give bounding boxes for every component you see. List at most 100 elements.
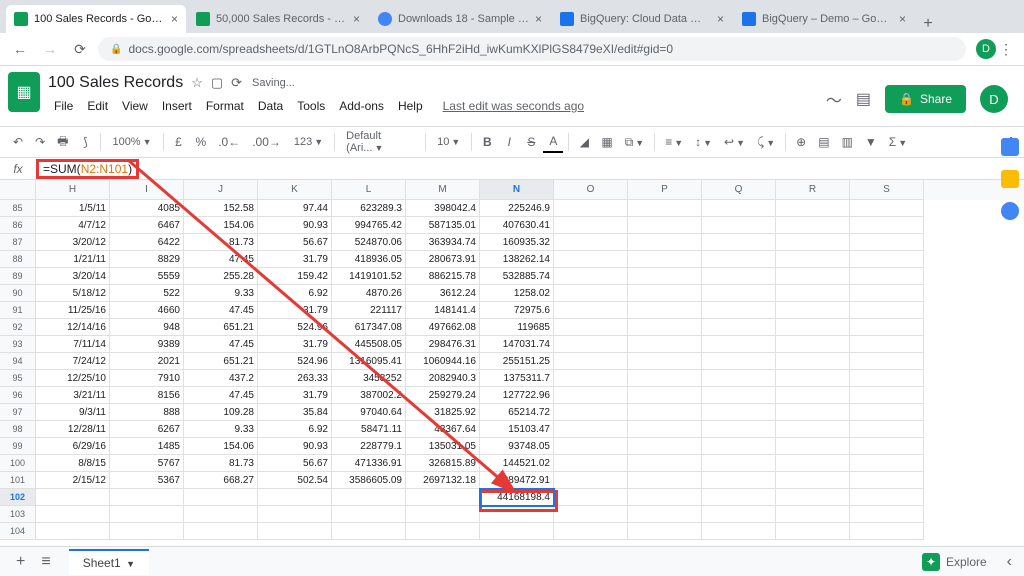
cell[interactable] — [332, 523, 406, 540]
column-header-O[interactable]: O — [554, 180, 628, 200]
cell[interactable] — [850, 200, 924, 217]
cell[interactable] — [776, 472, 850, 489]
sheets-logo[interactable]: ▦ — [8, 72, 40, 112]
menu-view[interactable]: View — [116, 96, 154, 116]
row-header[interactable]: 99 — [0, 438, 36, 455]
cell[interactable] — [554, 268, 628, 285]
cell[interactable]: 56.67 — [258, 455, 332, 472]
cell[interactable] — [776, 268, 850, 285]
cell[interactable] — [628, 455, 702, 472]
close-icon[interactable]: × — [171, 12, 178, 26]
row-header[interactable]: 89 — [0, 268, 36, 285]
cell[interactable]: 524.96 — [258, 353, 332, 370]
cell[interactable] — [850, 506, 924, 523]
cell[interactable]: 7910 — [110, 370, 184, 387]
reload-button[interactable]: ⟳ — [68, 37, 92, 61]
cell[interactable]: 12/28/11 — [36, 421, 110, 438]
cell[interactable]: 326815.89 — [406, 455, 480, 472]
cell[interactable]: 72975.6 — [480, 302, 554, 319]
cell[interactable] — [702, 506, 776, 523]
cell[interactable]: 6267 — [110, 421, 184, 438]
currency-button[interactable]: £ — [169, 132, 189, 152]
cell[interactable]: 3612.24 — [406, 285, 480, 302]
cell[interactable]: 9/3/11 — [36, 404, 110, 421]
cell[interactable]: 1316095.41 — [332, 353, 406, 370]
cell[interactable] — [554, 353, 628, 370]
cell[interactable]: 31.79 — [258, 251, 332, 268]
halign-button[interactable]: ≡▼ — [660, 132, 688, 152]
cell[interactable]: 418936.05 — [332, 251, 406, 268]
cell[interactable]: 7/11/14 — [36, 336, 110, 353]
cell[interactable]: 8156 — [110, 387, 184, 404]
cell[interactable] — [628, 506, 702, 523]
cell[interactable]: 524.96 — [258, 319, 332, 336]
dec-decrease-button[interactable]: .0← — [213, 132, 245, 152]
cell[interactable] — [36, 523, 110, 540]
cell[interactable]: 11/25/16 — [36, 302, 110, 319]
cell[interactable] — [628, 438, 702, 455]
cell[interactable]: 407630.41 — [480, 217, 554, 234]
cell[interactable] — [776, 319, 850, 336]
cell[interactable] — [554, 336, 628, 353]
cell[interactable]: 154.06 — [184, 438, 258, 455]
redo-button[interactable]: ↷ — [30, 132, 50, 152]
cell[interactable]: 4660 — [110, 302, 184, 319]
close-icon[interactable]: × — [353, 12, 360, 26]
cell[interactable] — [628, 387, 702, 404]
cell[interactable] — [702, 387, 776, 404]
cell[interactable] — [110, 506, 184, 523]
cell[interactable]: 587135.01 — [406, 217, 480, 234]
cell[interactable] — [776, 523, 850, 540]
cell[interactable]: 889472.91 — [480, 472, 554, 489]
cell[interactable]: 8829 — [110, 251, 184, 268]
cell[interactable]: 109.28 — [184, 404, 258, 421]
cell[interactable] — [628, 336, 702, 353]
menu-format[interactable]: Format — [200, 96, 250, 116]
row-header[interactable]: 92 — [0, 319, 36, 336]
cell[interactable]: 398042.4 — [406, 200, 480, 217]
cell[interactable]: 3/21/11 — [36, 387, 110, 404]
row-header[interactable]: 95 — [0, 370, 36, 387]
cell[interactable]: 5367 — [110, 472, 184, 489]
cell[interactable] — [554, 523, 628, 540]
cell[interactable] — [628, 472, 702, 489]
cell[interactable]: 259279.24 — [406, 387, 480, 404]
cell[interactable]: 1419101.52 — [332, 268, 406, 285]
cell[interactable]: 668.27 — [184, 472, 258, 489]
cell[interactable]: 4085 — [110, 200, 184, 217]
cell[interactable] — [850, 421, 924, 438]
cell[interactable]: 12/25/10 — [36, 370, 110, 387]
cell[interactable]: 43367.64 — [406, 421, 480, 438]
cell[interactable]: 81.73 — [184, 455, 258, 472]
account-avatar[interactable]: D — [980, 85, 1008, 113]
cell[interactable] — [628, 404, 702, 421]
cell[interactable] — [628, 200, 702, 217]
cell[interactable]: 31825.92 — [406, 404, 480, 421]
cell[interactable]: 255.28 — [184, 268, 258, 285]
cell[interactable] — [776, 200, 850, 217]
chart-button[interactable]: ▥ — [837, 132, 858, 152]
browser-tab-3[interactable]: Downloads 18 - Sample CSV F× — [370, 5, 550, 33]
close-icon[interactable]: × — [899, 12, 906, 26]
column-header-H[interactable]: H — [36, 180, 110, 200]
cell[interactable]: 7/24/12 — [36, 353, 110, 370]
cell[interactable] — [628, 421, 702, 438]
row-header[interactable]: 102 — [0, 489, 36, 506]
cell[interactable] — [850, 489, 924, 506]
cell[interactable]: 228779.1 — [332, 438, 406, 455]
cell[interactable]: 298476.31 — [406, 336, 480, 353]
cell[interactable]: 994765.42 — [332, 217, 406, 234]
strike-button[interactable]: S — [521, 132, 541, 152]
cell[interactable]: 90.93 — [258, 438, 332, 455]
cell[interactable]: 58471.11 — [332, 421, 406, 438]
cell[interactable] — [776, 336, 850, 353]
cell[interactable] — [702, 319, 776, 336]
profile-avatar[interactable]: D — [976, 39, 996, 59]
cell[interactable] — [850, 353, 924, 370]
row-header[interactable]: 85 — [0, 200, 36, 217]
cell[interactable]: 15103.47 — [480, 421, 554, 438]
cell[interactable] — [702, 489, 776, 506]
sheet-tab[interactable]: Sheet1 ▼ — [69, 549, 149, 575]
cell[interactable]: 1485 — [110, 438, 184, 455]
cell[interactable]: 135031.05 — [406, 438, 480, 455]
